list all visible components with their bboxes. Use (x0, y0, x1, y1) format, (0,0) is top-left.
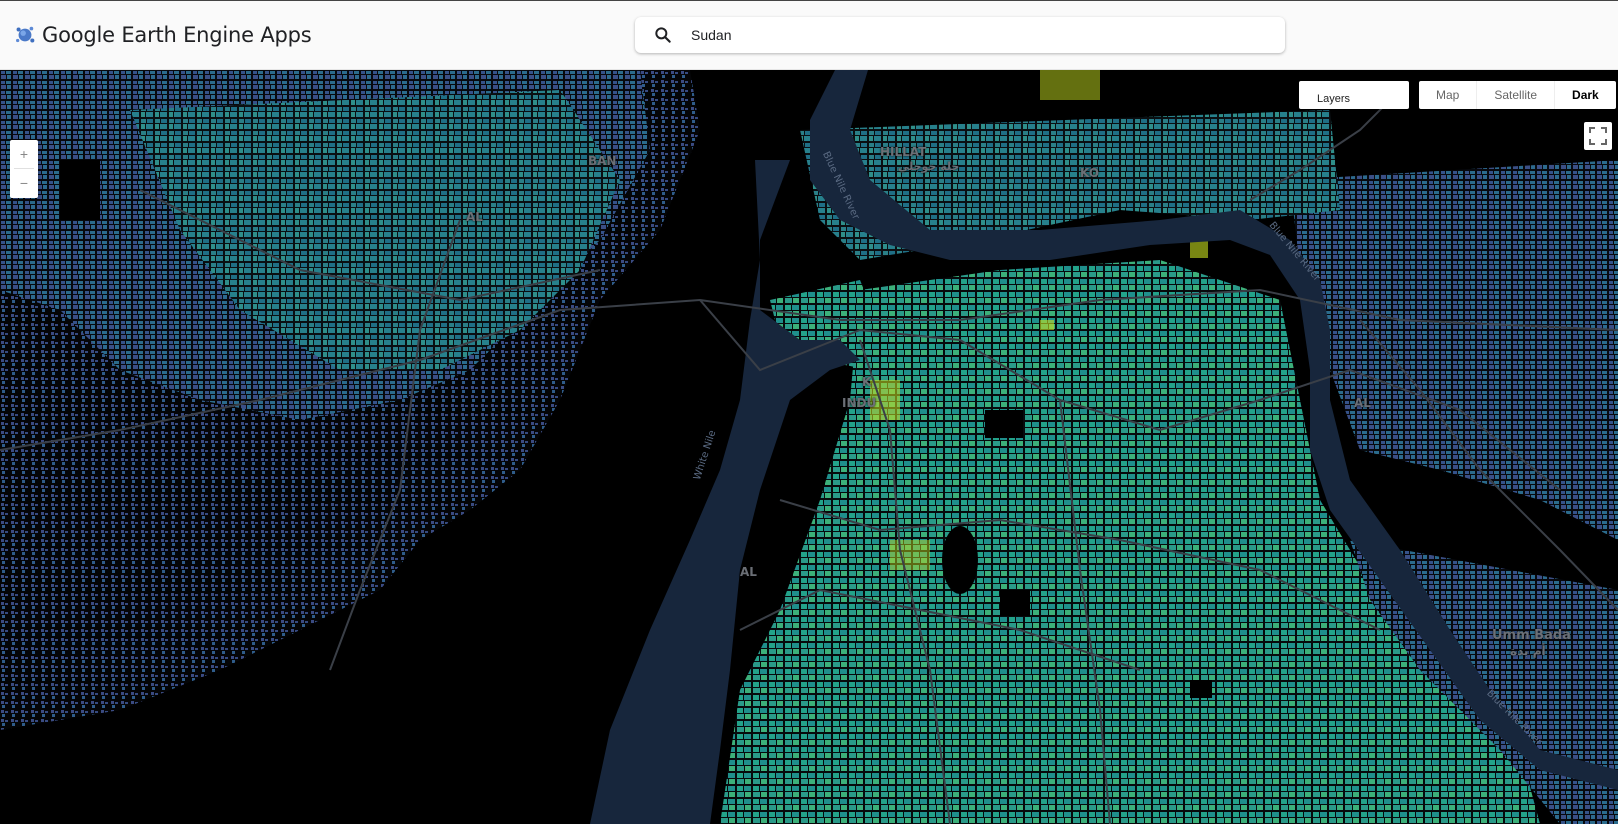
place-label: INDU (842, 396, 877, 410)
earth-engine-logo-icon (16, 26, 35, 43)
map-type-satellite[interactable]: Satellite (1477, 81, 1556, 109)
zoom-out-button[interactable]: − (10, 169, 38, 197)
zoom-control: + − (10, 140, 38, 198)
place-label: AL (1354, 396, 1371, 410)
search-box[interactable] (635, 17, 1285, 53)
place-label: BAN (588, 154, 617, 168)
map-type-dark[interactable]: Dark (1555, 81, 1616, 109)
place-label: K (862, 375, 872, 389)
map-canvas[interactable]: BAN HILLAT حلة خوجلي KO AL INDU AL AL Um… (0, 70, 1618, 824)
map-type-control: Map Satellite Dark (1419, 81, 1616, 109)
app-logo[interactable]: Google Earth Engine Apps (14, 19, 312, 51)
search-input[interactable] (689, 26, 1253, 44)
app-header: Google Earth Engine Apps (0, 0, 1618, 70)
fullscreen-button[interactable] (1584, 122, 1612, 150)
app-title: Google Earth Engine Apps (42, 23, 312, 47)
layers-button[interactable]: Layers (1299, 81, 1409, 109)
map-layer (0, 70, 1618, 824)
fullscreen-icon (1589, 127, 1607, 145)
place-label: AL (466, 210, 483, 224)
place-label: HILLAT (880, 145, 927, 159)
place-label: Umm Bada (1492, 628, 1571, 643)
place-label: أم بدة (1510, 644, 1546, 658)
place-label: AL (740, 565, 757, 579)
place-label: KO (1080, 166, 1099, 180)
search-icon (655, 27, 671, 43)
map-type-map[interactable]: Map (1419, 81, 1478, 109)
place-label: حلة خوجلي (898, 160, 960, 173)
zoom-in-button[interactable]: + (10, 140, 38, 168)
